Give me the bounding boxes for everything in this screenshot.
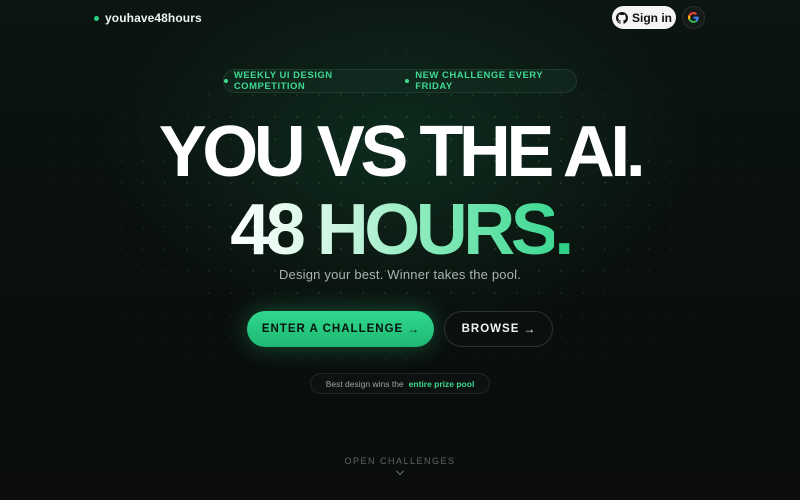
sign-in-button[interactable]: Sign in bbox=[612, 6, 676, 29]
pill-text-friday: NEW CHALLENGE EVERY FRIDAY bbox=[415, 70, 543, 92]
pill-dot-icon bbox=[224, 79, 228, 83]
prize-note-highlight: entire prize pool bbox=[408, 378, 475, 389]
google-signin-button[interactable] bbox=[682, 6, 705, 29]
prize-note-text: Best design wins the bbox=[325, 378, 404, 389]
headline-48-hours: 48 HOURS bbox=[230, 190, 559, 270]
headline-period: . bbox=[554, 190, 574, 270]
hero-subtitle: Design your best. Winner takes the pool. bbox=[278, 267, 522, 282]
landing-page: youhave48hours Sign in WEEKLY UI DESIGN … bbox=[0, 0, 800, 500]
sign-in-label: Sign in bbox=[632, 10, 672, 25]
brand-logo[interactable]: youhave48hours bbox=[94, 10, 202, 26]
prize-note-chip: Best design wins the entire prize pool bbox=[310, 373, 490, 394]
arrow-right-icon: → bbox=[407, 322, 420, 336]
competition-pill-badge: WEEKLY UI DESIGN COMPETITION NEW CHALLEN… bbox=[223, 69, 577, 93]
pill-dot-icon bbox=[405, 79, 410, 83]
google-icon bbox=[688, 12, 699, 23]
browse-label: BROWSE bbox=[461, 323, 520, 335]
browse-button[interactable]: BROWSE → bbox=[444, 311, 553, 347]
enter-challenge-button[interactable]: ENTER A CHALLENGE → bbox=[247, 311, 434, 347]
arrow-right-icon: → bbox=[523, 322, 536, 336]
chevron-down-icon[interactable] bbox=[395, 469, 405, 477]
open-challenges-link[interactable]: OPEN CHALLENGES bbox=[0, 456, 800, 466]
brand-dot-icon bbox=[94, 15, 99, 21]
github-icon bbox=[616, 11, 628, 24]
brand-name: youhave48hours bbox=[105, 11, 202, 25]
pill-text-weekly: WEEKLY UI DESIGN COMPETITION bbox=[233, 70, 333, 92]
headline-line-2: 48 HOURS. bbox=[0, 190, 800, 270]
enter-challenge-label: ENTER A CHALLENGE bbox=[261, 323, 404, 335]
headline-line-1: YOU VS THE AI. bbox=[158, 112, 646, 192]
